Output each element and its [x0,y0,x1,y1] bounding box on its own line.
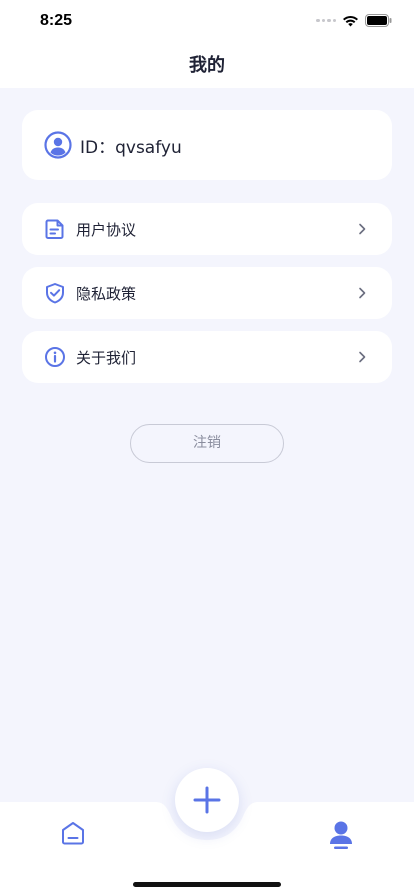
user-avatar-icon [44,131,72,159]
chevron-right-icon [359,223,366,235]
user-id-label: ID：qvsafyu [80,137,182,158]
menu-item-label: 隐私政策 [76,284,137,303]
document-icon [45,219,64,239]
chevron-right-icon [359,351,366,363]
status-indicators [316,14,392,27]
status-time: 8:25 [40,12,73,29]
menu-item-user-agreement[interactable]: 用户协议 [22,203,392,255]
battery-icon [365,14,392,27]
home-icon[interactable] [60,820,86,846]
info-icon [45,347,65,367]
shield-check-icon [46,283,64,304]
menu-item-privacy-policy[interactable]: 隐私政策 [22,267,392,319]
profile-card: ID：qvsafyu [22,110,392,180]
add-button[interactable] [175,768,239,832]
user-icon[interactable] [328,820,354,850]
menu-item-about-us[interactable]: 关于我们 [22,331,392,383]
menu-item-label: 用户协议 [76,220,137,239]
cellular-signal-icon [316,18,336,23]
wifi-icon [343,15,358,26]
page-title: 我的 [189,55,225,76]
chevron-right-icon [359,287,366,299]
plus-icon [193,786,221,814]
nav-bar: 我的 [0,44,414,88]
logout-button[interactable]: 注销 [130,424,284,463]
status-bar: 8:25 [0,0,414,44]
menu-item-label: 关于我们 [76,348,137,367]
home-indicator [133,882,281,887]
